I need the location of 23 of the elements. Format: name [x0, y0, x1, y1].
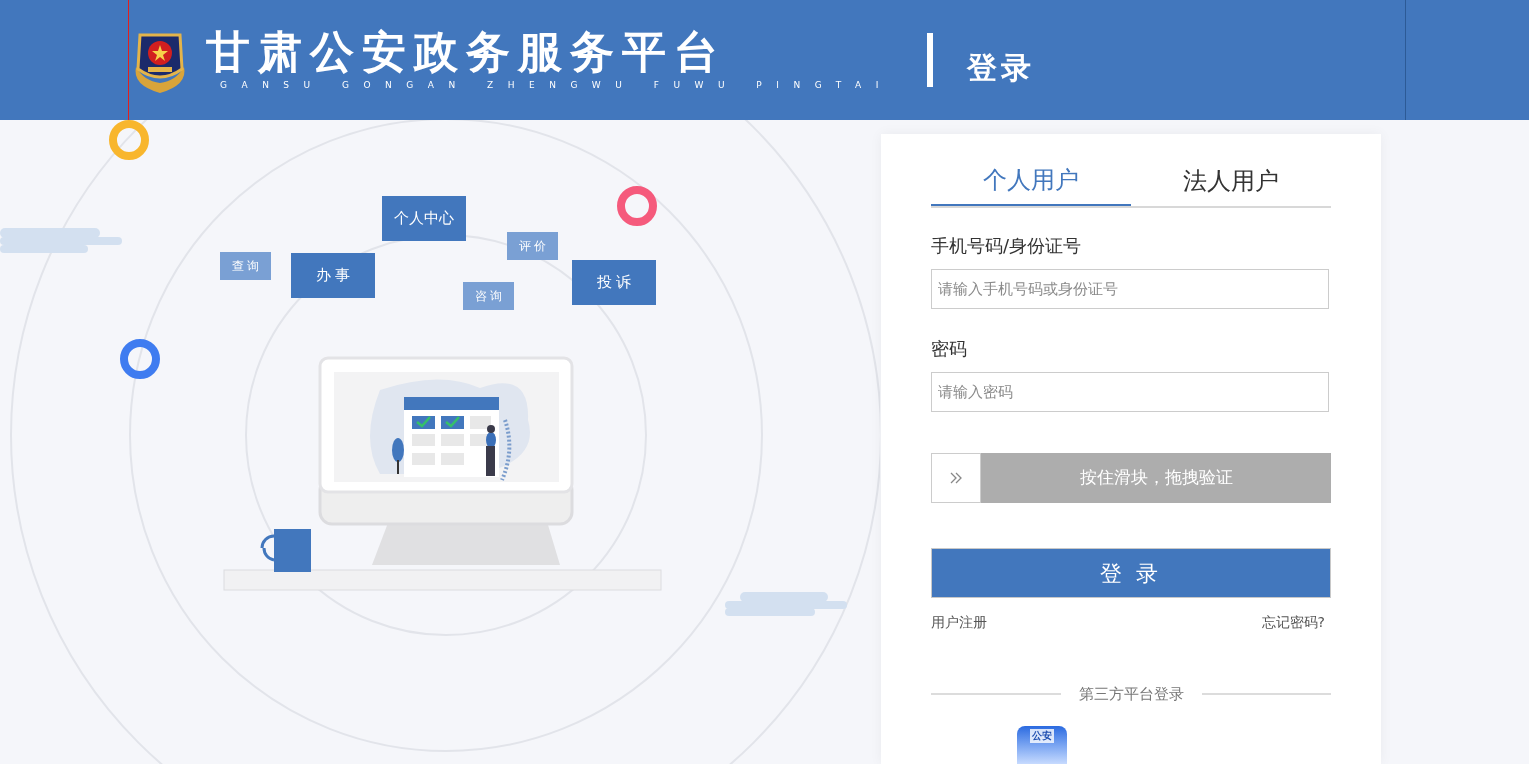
login-button[interactable]: 登 录 — [931, 548, 1331, 598]
input-field[interactable]: 请输入密码 — [931, 372, 1329, 412]
login-tab[interactable]: 法人用户 — [1131, 156, 1331, 206]
register-link[interactable]: 用户注册 — [931, 612, 987, 633]
input-field[interactable]: 请输入手机号码或身份证号 — [931, 269, 1329, 309]
service-tag: 个人中心 — [382, 196, 466, 241]
page-title: 登录 — [966, 48, 1035, 87]
site-subtitle: GANSU GONGAN ZHENGWU FUWU PINGTAI — [220, 79, 893, 93]
slider-hint: 按住滑块，拖拽验证 — [1078, 466, 1234, 490]
service-tag: 咨 询 — [463, 282, 514, 310]
third-party-heading: 第三方平台登录 — [1077, 684, 1185, 705]
double-chevron-icon — [949, 471, 963, 485]
police-login-shield[interactable]: 公安 — [1017, 725, 1067, 764]
forgot-password-link[interactable]: 忘记密码? — [1261, 612, 1325, 633]
service-tag: 投 诉 — [572, 260, 656, 305]
field-label: 手机号码/身份证号 — [931, 234, 1083, 258]
field-label: 密码 — [931, 337, 968, 361]
login-tab[interactable]: 个人用户 — [931, 156, 1131, 206]
site-title: 甘肃公安政务服务平台 — [206, 27, 726, 78]
service-tag: 评 价 — [507, 232, 558, 260]
service-tag: 办 事 — [291, 253, 375, 298]
slider-handle[interactable] — [931, 453, 981, 503]
service-tag: 查 询 — [220, 252, 271, 280]
